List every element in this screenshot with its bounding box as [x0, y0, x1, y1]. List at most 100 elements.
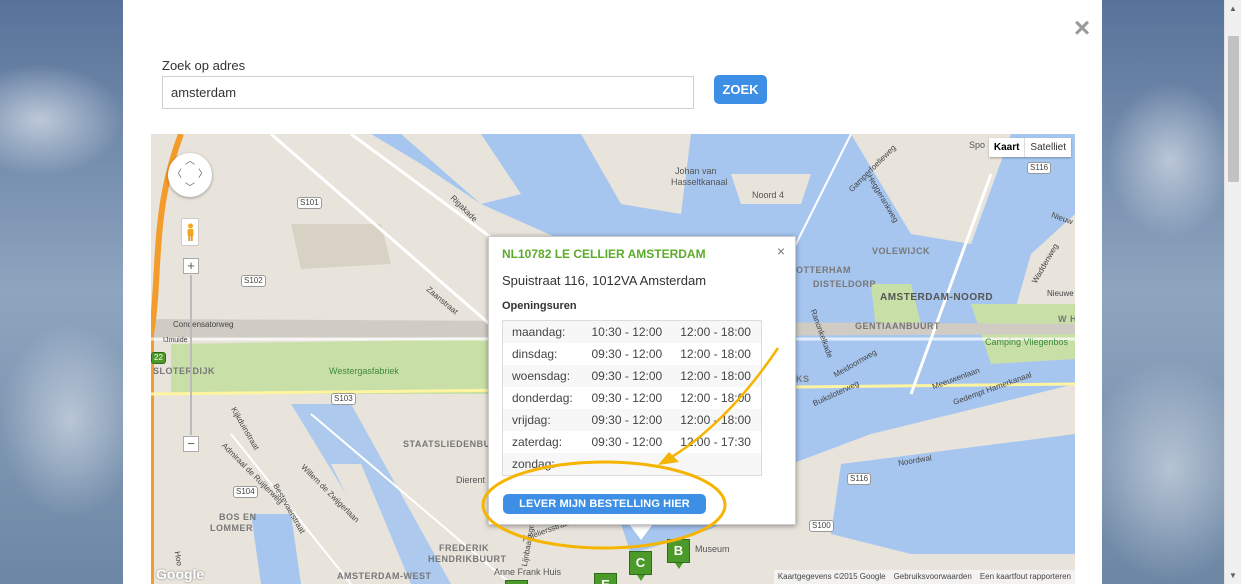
label-hasselt: Hasseltkanaal [671, 177, 728, 187]
pan-down-icon[interactable]: ﹀ [185, 184, 195, 194]
close-icon[interactable]: × [1070, 14, 1094, 42]
hours-afternoon: 12:00 - 18:00 [671, 364, 762, 387]
hours-row: zondag: [502, 453, 762, 476]
road-shield-s104: S104 [233, 486, 258, 498]
road-shield-s103: S103 [331, 393, 356, 405]
label-ijmuiden: IJmuide [163, 337, 188, 344]
label-nieuwe: Nieuwe [1047, 289, 1074, 298]
hours-morning: 09:30 - 12:00 [582, 364, 672, 387]
hours-afternoon: 12:00 - 18:00 [680, 390, 751, 405]
map-type-satelliet[interactable]: Satelliet [1025, 138, 1071, 157]
store-marker-c[interactable]: C [629, 551, 652, 581]
scroll-down-arrow-icon[interactable]: ▼ [1225, 567, 1241, 584]
road-shield-s102: S102 [241, 275, 266, 287]
pan-control[interactable]: ︿ ﹀ 〈 〉 [168, 153, 212, 197]
label-volewijck: VOLEWIJCK [872, 246, 931, 256]
hours-afternoon [671, 453, 762, 476]
label-otterham: OTTERHAM [796, 265, 851, 275]
attribution-report-link[interactable]: Een kaartfout rapporteren [980, 572, 1071, 582]
store-marker-d[interactable]: D [505, 580, 528, 584]
store-name: NL10782 LE CELLIER AMSTERDAM [502, 247, 706, 261]
address-search-input[interactable] [162, 76, 694, 109]
hours-row: dinsdag: 09:30 - 12:00 12:00 - 18:00 [503, 343, 762, 365]
pan-up-icon[interactable]: ︿ [185, 157, 195, 167]
road-shield-22: 22 [151, 352, 166, 364]
opening-hours-table: maandag: 10:30 - 12:00 12:00 - 18:00 dinsd… [502, 320, 762, 476]
zoom-slider[interactable] [190, 275, 192, 435]
hours-row: vrijdag: 09:30 - 12:00 12:00 - 18:00 [502, 409, 762, 432]
label-lommer: LOMMER [210, 523, 253, 533]
label-westergasfabriek: Westergasfabriek [329, 366, 399, 376]
road-shield-s116b: S116 [847, 473, 872, 485]
label-condensatorweg: Condensatorweg [173, 320, 234, 329]
hours-afternoon: 12:00 - 18:00 [680, 346, 751, 361]
hours-morning: 09:30 - 12:00 [591, 435, 663, 450]
label-staatsliedenbuurt: STAATSLIEDENBU [403, 439, 491, 449]
hours-morning: 09:30 - 12:00 [591, 390, 663, 405]
hours-day: dinsdag: [512, 346, 558, 361]
opening-hours-title: Openingsuren [502, 300, 577, 312]
search-label: Zoek op adres [162, 58, 246, 73]
map[interactable]: Johan van Hasseltkanaal Noord 4 VOLEWIJC… [151, 134, 1075, 584]
infowindow-tail [629, 524, 653, 540]
road-shield-s100: S100 [809, 520, 834, 532]
scroll-thumb[interactable] [1228, 36, 1239, 182]
hours-morning: 09:30 - 12:00 [591, 346, 663, 361]
label-bos-en: BOS EN [219, 512, 257, 522]
map-type-control: Kaart Satelliet [988, 138, 1071, 157]
attribution-data: Kaartgegevens ©2015 Google [777, 572, 886, 581]
label-sloterdijk: SLOTERDIJK [153, 366, 216, 376]
hours-day: woensdag: [502, 364, 583, 387]
attribution-terms-link[interactable]: Gebruiksvoorwaarden [894, 572, 972, 582]
store-address: Spuistraat 116, 1012VA Amsterdam [502, 273, 707, 288]
label-frederik: FREDERIK [439, 543, 490, 553]
pan-right-icon[interactable]: 〉 [198, 170, 208, 180]
street-view-pegman-icon[interactable] [181, 218, 199, 246]
hours-row: maandag: 10:30 - 12:00 12:00 - 18:00 [502, 320, 762, 343]
hours-day: vrijdag: [502, 409, 583, 432]
zoom-in-button[interactable]: + [183, 258, 199, 274]
scrollbar[interactable]: ▲ ▼ [1224, 0, 1241, 584]
label-dierent: Dierent [456, 475, 486, 485]
hours-day: zaterdag: [512, 435, 563, 450]
hours-afternoon: 12:00 - 18:00 [671, 409, 762, 432]
label-amsterdam-noord: AMSTERDAM-NOORD [880, 292, 994, 303]
zoom-out-button[interactable]: − [183, 436, 199, 452]
hours-day: maandag: [502, 320, 583, 343]
label-gentiaanbuurt: GENTIAANBUURT [855, 321, 940, 331]
search-button[interactable]: ZOEK [714, 75, 767, 104]
label-spo: Spo [969, 140, 986, 150]
hours-row: donderdag: 09:30 - 12:00 12:00 - 18:00 [503, 387, 762, 409]
label-museum: Museum [695, 544, 730, 554]
store-locator-modal: × Zoek op adres ZOEK [123, 0, 1102, 584]
label-disteldorp: DISTELDORP [813, 279, 877, 289]
label-hendrikbuurt: HENDRIKBUURT [428, 554, 507, 564]
scroll-up-arrow-icon[interactable]: ▲ [1225, 0, 1241, 17]
hours-day: zondag: [502, 453, 583, 476]
map-attribution: Kaartgegevens ©2015 Google Gebruiksvoorw… [773, 570, 1075, 584]
hours-day: donderdag: [512, 390, 573, 405]
label-noord4: Noord 4 [752, 190, 785, 200]
label-johan: Johan van [675, 166, 717, 176]
infowindow-close-icon[interactable]: × [777, 243, 785, 259]
label-anne-frank: Anne Frank Huis [494, 567, 562, 577]
map-type-kaart[interactable]: Kaart [989, 138, 1026, 157]
hours-morning: 10:30 - 12:00 [582, 320, 672, 343]
hours-afternoon: 12:00 - 17:30 [680, 435, 751, 450]
road-shield-s116a: S116 [1027, 162, 1052, 174]
hours-morning [582, 453, 672, 476]
road-shield-s101: S101 [297, 197, 322, 209]
label-amsterdam-west: AMSTERDAM-WEST [337, 571, 432, 581]
store-marker-b[interactable]: B [667, 539, 690, 569]
hours-morning: 09:30 - 12:00 [582, 409, 672, 432]
store-marker-e[interactable]: E [594, 573, 617, 584]
google-logo: Google [156, 566, 205, 582]
hours-afternoon: 12:00 - 18:00 [671, 320, 762, 343]
deliver-here-button[interactable]: LEVER MIJN BESTELLING HIER [503, 494, 706, 514]
hours-row: zaterdag: 09:30 - 12:00 12:00 - 17:30 [503, 431, 762, 453]
label-wh: W H [1058, 314, 1075, 324]
hours-row: woensdag: 09:30 - 12:00 12:00 - 18:00 [502, 364, 762, 387]
pan-left-icon[interactable]: 〈 [172, 170, 182, 180]
store-infowindow: × NL10782 LE CELLIER AMSTERDAM Spuistraa… [488, 236, 796, 525]
label-camping: Camping Vliegenbos [985, 337, 1069, 347]
